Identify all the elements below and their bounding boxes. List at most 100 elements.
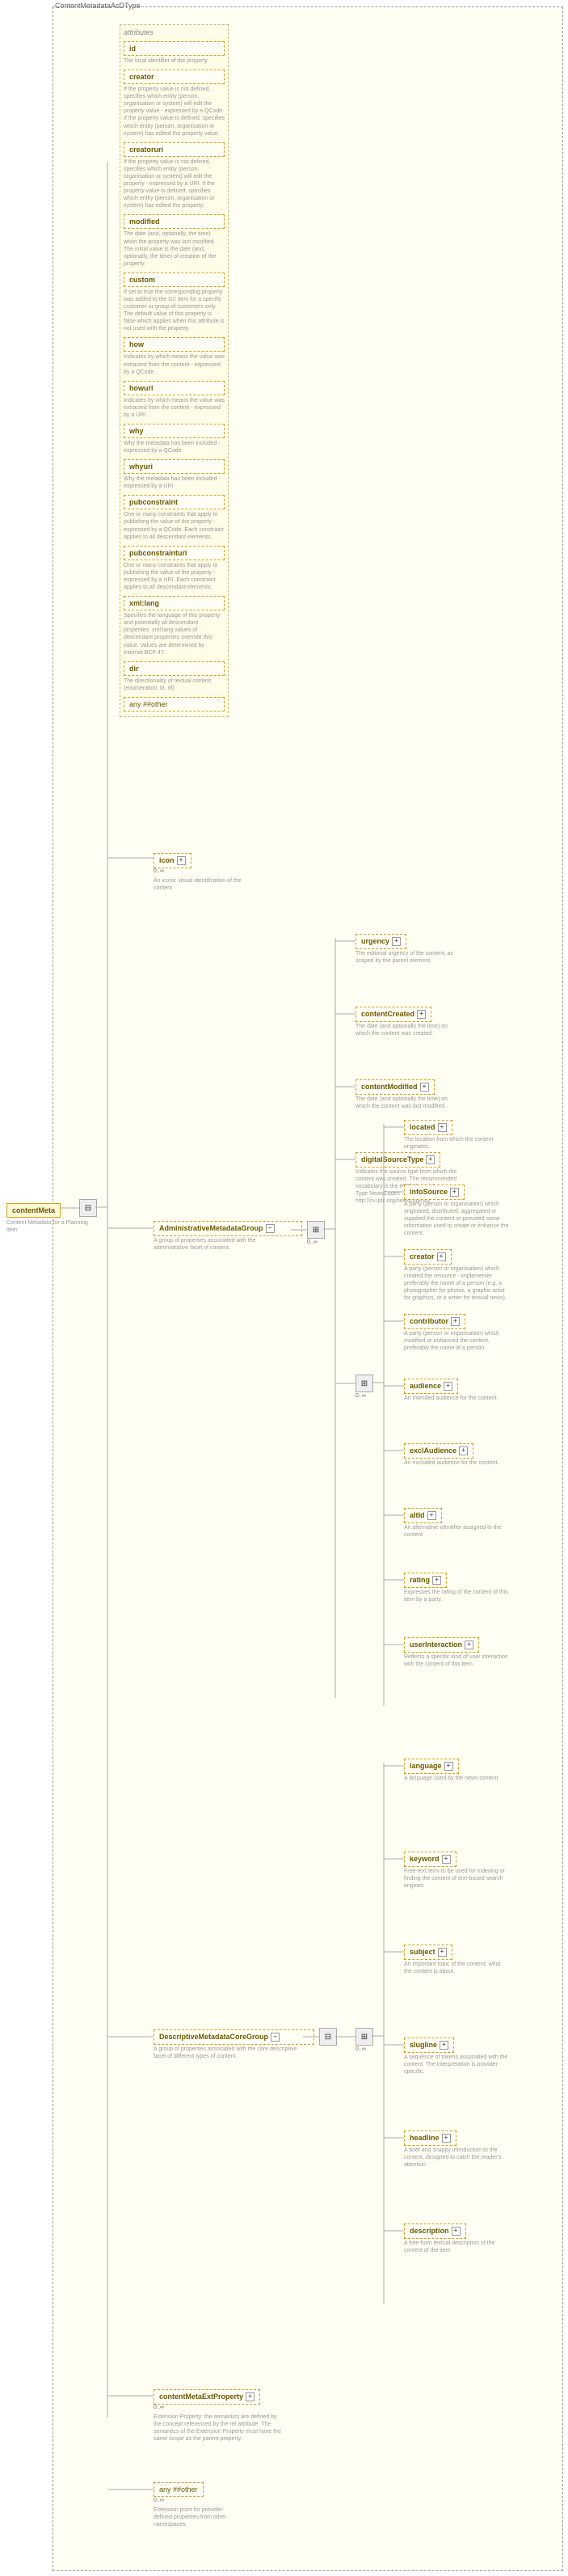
attr-creator-desc: If the property value is not defined, sp… — [124, 86, 225, 137]
attr-xml:lang-desc: Specifies the language of this property … — [124, 612, 225, 657]
desc-description-desc: A free-form textual description of the c… — [404, 2240, 509, 2254]
admin-group[interactable]: AdministrativeMetadataGroup− — [154, 1221, 302, 1236]
desc-slugline-desc: A sequence of tokens associated with the… — [404, 2054, 509, 2076]
expand-icon[interactable]: + — [444, 1382, 452, 1391]
any-other-attr[interactable]: any ##other — [124, 697, 225, 712]
adminsub-rating[interactable]: rating+ — [404, 1573, 447, 1588]
desc-subject-desc: An important topic of the content; what … — [404, 1961, 509, 1975]
admin-contentModified-desc: The date (and optionally the time) on wh… — [356, 1096, 461, 1110]
admin-contentCreated-desc: The date (and optionally the time) on wh… — [356, 1023, 461, 1037]
attr-why[interactable]: why — [124, 424, 225, 438]
adminsub-located[interactable]: located+ — [404, 1120, 452, 1135]
desc-description[interactable]: description+ — [404, 2223, 466, 2239]
adminsub-creator[interactable]: creator+ — [404, 1249, 452, 1265]
root-desc: Content Metadata for a Planning Item — [6, 1219, 95, 1234]
attr-pubconstrainturi-desc: One or many constraints that apply to pu… — [124, 562, 225, 591]
expand-icon[interactable]: + — [465, 1641, 473, 1649]
expand-icon[interactable]: + — [432, 1576, 441, 1585]
expand-icon[interactable]: + — [440, 2041, 448, 2050]
attr-whyuri[interactable]: whyuri — [124, 459, 225, 474]
admin-sub-choice: ⊞ — [356, 1375, 373, 1392]
expand-icon[interactable]: − — [271, 2033, 280, 2042]
icon-desc: An iconic visual identification of the c… — [154, 877, 242, 892]
admin-group-desc: A group of properties associated with th… — [154, 1237, 291, 1252]
desc-card: 0..∞ — [356, 2046, 366, 2052]
icon-card: 0..∞ — [154, 868, 164, 874]
admin-contentCreated[interactable]: contentCreated+ — [356, 1007, 431, 1022]
expand-icon[interactable]: + — [442, 2134, 451, 2143]
ext-any[interactable]: any ##other — [154, 2482, 204, 2497]
expand-icon[interactable]: + — [438, 1948, 447, 1957]
attr-howuri-desc: Indicates by which means the value was e… — [124, 397, 225, 419]
ext-any-card: 0..∞ — [154, 2498, 164, 2503]
admin-urgency-desc: The editorial urgency of the content, as… — [356, 950, 461, 965]
desc-subject[interactable]: subject+ — [404, 1945, 452, 1960]
adminsub-exclAudience-desc: An excluded audience for the content. — [404, 1459, 499, 1467]
icon-label: icon — [159, 856, 175, 864]
admin-group-label: AdministrativeMetadataGroup — [159, 1224, 263, 1232]
expand-icon[interactable]: + — [427, 1511, 436, 1520]
adminsub-audience-desc: An intended audience for the content. — [404, 1395, 498, 1402]
expand-icon[interactable]: + — [450, 1188, 459, 1197]
admin-digitalSourceType[interactable]: digitalSourceType+ — [356, 1152, 440, 1168]
attr-custom[interactable]: custom — [124, 272, 225, 287]
adminsub-audience[interactable]: audience+ — [404, 1379, 458, 1394]
adminsub-exclAudience[interactable]: exclAudience+ — [404, 1443, 473, 1459]
adminsub-infoSource-desc: A party (person or organisation) which o… — [404, 1201, 509, 1237]
attr-how[interactable]: how — [124, 337, 225, 352]
attr-modified[interactable]: modified — [124, 214, 225, 229]
expand-icon[interactable]: + — [246, 2392, 255, 2401]
adminsub-infoSource[interactable]: infoSource+ — [404, 1185, 465, 1200]
sequence-connector: ⊟ — [79, 1199, 97, 1217]
expand-icon[interactable]: + — [459, 1446, 468, 1455]
expand-icon[interactable]: + — [438, 1123, 447, 1132]
adminsub-contributor[interactable]: contributor+ — [404, 1314, 465, 1329]
attr-dir[interactable]: dir — [124, 661, 225, 676]
attr-xml:lang[interactable]: xml:lang — [124, 596, 225, 610]
expand-icon[interactable]: + — [392, 937, 401, 946]
expand-icon[interactable]: + — [420, 1083, 429, 1092]
desc-slugline[interactable]: slugline+ — [404, 2038, 454, 2053]
ext-prop-desc: Extension Property: the semantics are de… — [154, 2413, 283, 2443]
admin-sub-card: 0..∞ — [356, 1393, 366, 1399]
desc-headline[interactable]: headline+ — [404, 2130, 457, 2146]
expand-icon[interactable]: + — [444, 1762, 453, 1771]
desc-language[interactable]: language+ — [404, 1759, 459, 1774]
attr-whyuri-desc: Why the metadata has been included - exp… — [124, 475, 225, 490]
desc-keyword[interactable]: keyword+ — [404, 1852, 457, 1867]
attr-creator[interactable]: creator — [124, 70, 225, 84]
admin-contentModified[interactable]: contentModified+ — [356, 1079, 435, 1095]
desc-choice: ⊞ — [356, 2028, 373, 2046]
adminsub-userInteraction-desc: Reflects a specific kind of user interac… — [404, 1653, 509, 1668]
expand-icon[interactable]: + — [437, 1252, 446, 1261]
desc-group[interactable]: DescriptiveMetadataCoreGroup− — [154, 2029, 314, 2045]
icon-element[interactable]: icon+ — [154, 853, 191, 868]
expand-icon[interactable]: + — [452, 2227, 461, 2236]
admin-group-card: 0..∞ — [307, 1239, 318, 1245]
attr-pubconstrainturi[interactable]: pubconstrainturi — [124, 546, 225, 560]
attr-pubconstraint[interactable]: pubconstraint — [124, 495, 225, 509]
root-element[interactable]: contentMeta — [6, 1203, 61, 1218]
attr-why-desc: Why the metadata has been included - exp… — [124, 440, 225, 454]
expand-icon[interactable]: − — [266, 1224, 275, 1233]
attr-id[interactable]: id — [124, 41, 225, 56]
desc-group-desc: A group of properties associated with th… — [154, 2046, 303, 2060]
admin-urgency[interactable]: urgency+ — [356, 934, 406, 949]
attributes-container: attributes idThe local identifier of the… — [120, 24, 229, 717]
admin-choice: ⊞ — [307, 1221, 325, 1239]
ext-property[interactable]: contentMetaExtProperty+ — [154, 2389, 260, 2405]
attr-howuri[interactable]: howuri — [124, 381, 225, 395]
attr-modified-desc: The date (and, optionally, the time) whe… — [124, 230, 225, 267]
desc-keyword-desc: Free-text term to be used for indexing o… — [404, 1868, 509, 1890]
expand-icon[interactable]: + — [451, 1317, 460, 1326]
ext-any-desc: Extension point for provider-defined pro… — [154, 2506, 242, 2528]
attr-pubconstraint-desc: One or many constraints that apply to pu… — [124, 511, 225, 540]
expand-icon[interactable]: + — [442, 1855, 451, 1864]
expand-icon[interactable]: + — [417, 1010, 426, 1019]
adminsub-userInteraction[interactable]: userInteraction+ — [404, 1637, 479, 1653]
attr-creatoruri[interactable]: creatoruri — [124, 142, 225, 157]
expand-icon[interactable]: + — [177, 856, 186, 865]
expand-icon[interactable]: + — [426, 1155, 435, 1164]
adminsub-altId[interactable]: altId+ — [404, 1508, 442, 1523]
adminsub-located-desc: The location from which the content orig… — [404, 1136, 509, 1151]
